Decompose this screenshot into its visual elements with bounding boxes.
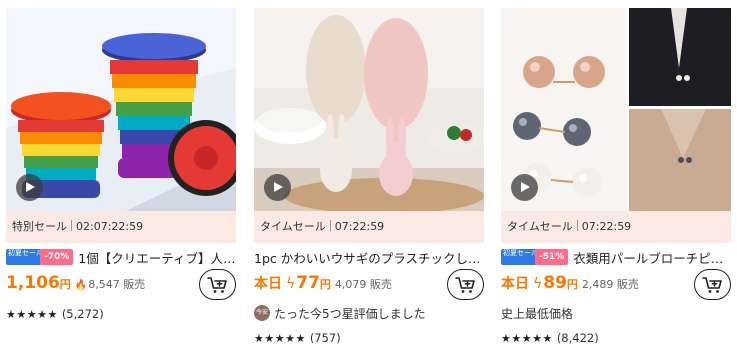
sold-count: 4,079 販売	[334, 278, 392, 291]
promo-badge: 初夏セール -51%	[501, 249, 569, 265]
divider	[71, 220, 72, 231]
currency: 円	[566, 278, 578, 291]
currency: 円	[59, 278, 71, 291]
lowest-price-label: 史上最低価格	[501, 306, 574, 321]
add-to-cart-icon	[206, 276, 227, 293]
title-row[interactable]: 初夏セール -70% 1個【クリエーティブ】人気のある虹の伸縮性の腰掛けの家庭の…	[6, 246, 236, 268]
divider	[576, 220, 578, 231]
add-to-cart-icon	[701, 276, 722, 293]
rating-row[interactable]: ★★★★★ (8,422)	[501, 329, 599, 347]
product-image[interactable]	[501, 8, 731, 211]
price-row: 本日 ϟ 77 円 4,079 販売	[254, 273, 444, 299]
add-to-cart-button[interactable]	[199, 269, 236, 300]
lightning-icon: ϟ	[533, 276, 543, 292]
rating-row[interactable]: ★★★★★ (5,272)	[6, 305, 104, 323]
flame-icon: 🔥	[74, 280, 88, 291]
product-card-rabbit-paddle[interactable]: タイムセール 07:22:59 1pc かわいいウサギのプラスチックしゃもじ 自立…	[254, 8, 484, 348]
product-title[interactable]: 1pc かわいいウサギのプラスチックしゃもじ 自立式	[254, 248, 484, 267]
price: 89	[543, 273, 567, 293]
rating-count: (5,272)	[61, 307, 104, 321]
product-title[interactable]: 衣類用パールブローチピン 2個	[573, 248, 731, 267]
recent-review-row: 今安 たった今5つ星評価しました	[254, 303, 426, 323]
sale-label: タイムセール	[507, 220, 573, 233]
badge-discount: -70%	[40, 249, 74, 265]
star-icon: ★★★★★	[501, 331, 553, 345]
sold-count: 2,489 販売	[581, 278, 639, 291]
star-icon: ★★★★★	[6, 307, 58, 321]
divider	[329, 220, 331, 231]
today-label: 本日	[254, 276, 282, 292]
rating-count: (8,422)	[556, 331, 599, 345]
title-row[interactable]: 初夏セール -51% 衣類用パールブローチピン 2個	[501, 246, 731, 268]
star-icon: ★★★★★	[254, 331, 306, 345]
add-to-cart-button[interactable]	[694, 269, 731, 300]
product-image[interactable]	[6, 8, 236, 211]
add-to-cart-button[interactable]	[447, 269, 484, 300]
play-icon[interactable]	[264, 174, 291, 201]
rating-row[interactable]: ★★★★★ (757)	[254, 329, 341, 347]
product-card-pearl-brooch[interactable]: タイムセール 07:22:59 初夏セール -51% 衣類用パールブローチピン 2…	[501, 8, 731, 348]
sale-label: 特別セール	[12, 220, 67, 233]
rating-count: (757)	[309, 331, 341, 345]
promo-badge: 初夏セール -70%	[6, 249, 74, 265]
price-row: 本日 ϟ 89 円 2,489 販売	[501, 273, 691, 299]
price: 1,106	[6, 273, 60, 293]
price-row: 1,106 円 🔥 8,547 販売	[6, 273, 196, 299]
sold-count: 8,547 販売	[88, 278, 146, 291]
price: 77	[296, 273, 320, 293]
add-to-cart-icon	[454, 276, 475, 293]
countdown: 07:22:59	[334, 220, 385, 233]
badge-label: 初夏セール	[501, 249, 538, 265]
play-icon[interactable]	[16, 174, 43, 201]
play-icon[interactable]	[511, 174, 538, 201]
sale-label: タイムセール	[260, 220, 326, 233]
product-title[interactable]: 1個【クリエーティブ】人気のある虹の伸縮性の腰掛けの家庭の短い腰掛けの折り畳み式…	[78, 248, 236, 267]
product-card-rainbow-stool[interactable]: 特別セール 02:07:22:59 初夏セール -70% 1個【クリエーティブ】人…	[6, 8, 236, 348]
sale-banner: 特別セール 02:07:22:59	[6, 211, 236, 243]
lightning-icon: ϟ	[286, 276, 296, 292]
today-label: 本日	[501, 276, 529, 292]
avatar: 今安	[254, 305, 270, 321]
recent-review-text: たった今5つ星評価しました	[274, 306, 426, 321]
badge-label: 初夏セール	[6, 249, 43, 265]
product-image[interactable]	[254, 8, 484, 211]
sale-banner: タイムセール 07:22:59	[501, 211, 731, 243]
countdown: 02:07:22:59	[76, 220, 144, 233]
lowest-price-row: 史上最低価格	[501, 303, 573, 323]
badge-discount: -51%	[535, 249, 569, 265]
countdown: 07:22:59	[581, 220, 632, 233]
currency: 円	[319, 278, 331, 291]
sale-banner: タイムセール 07:22:59	[254, 211, 484, 243]
title-row[interactable]: 1pc かわいいウサギのプラスチックしゃもじ 自立式	[254, 246, 484, 268]
